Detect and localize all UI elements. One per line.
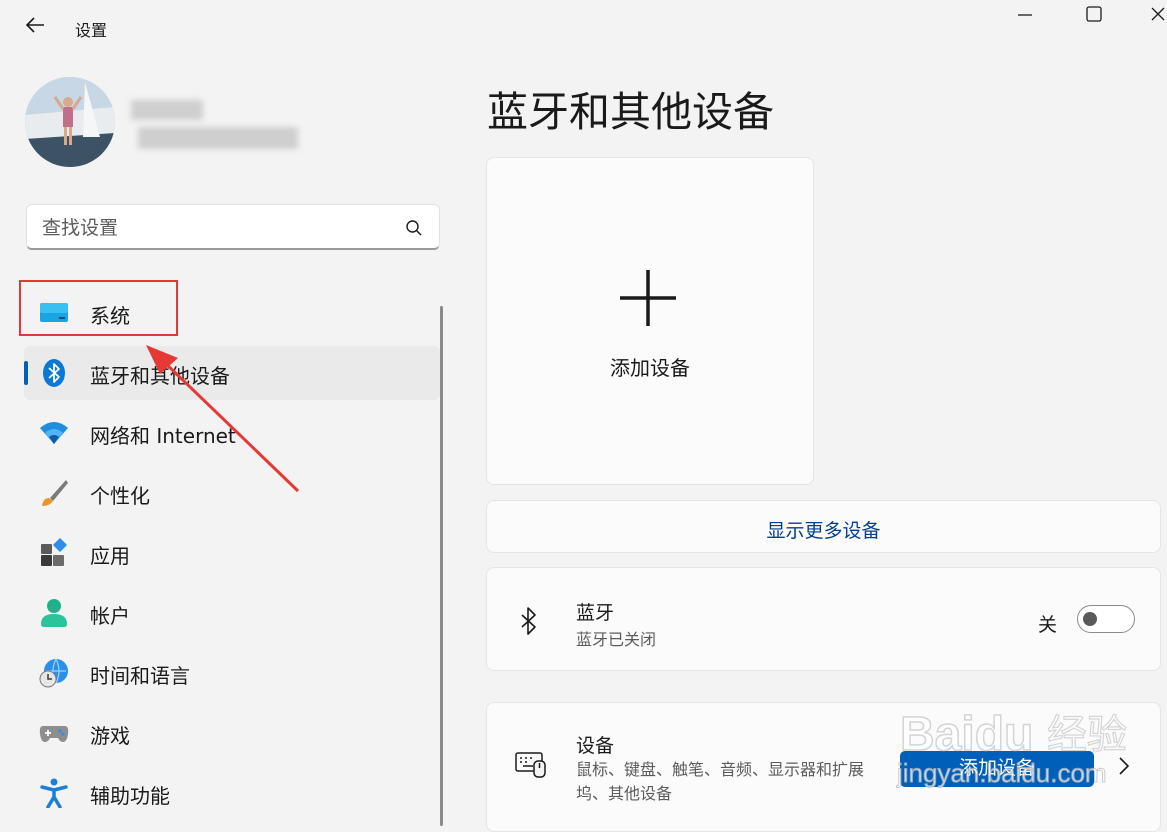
devices-description: 鼠标、键盘、触笔、音频、显示器和扩展坞、其他设备 [576, 760, 865, 803]
bluetooth-toggle-state: 关 [1038, 614, 1058, 636]
sidebar-item-label: 网络和 Internet [90, 424, 236, 448]
accessibility-icon [40, 778, 68, 808]
search-input[interactable] [40, 215, 394, 241]
avatar-photo [25, 77, 115, 167]
sidebar-item-accessibility[interactable]: 辅助功能 [24, 766, 440, 820]
sidebar-item-label: 个性化 [90, 484, 150, 508]
wifi-icon [40, 422, 68, 444]
minimize-icon[interactable] [1012, 4, 1038, 26]
bluetooth-icon [521, 607, 536, 635]
sidebar-item-bluetooth[interactable]: 蓝牙和其他设备 [24, 346, 440, 400]
sidebar-item-label: 辅助功能 [90, 784, 170, 808]
devices-title: 设备 [576, 735, 615, 757]
apps-icon [41, 538, 67, 566]
sidebar-item-time-language[interactable]: 时间和语言 [24, 646, 440, 700]
gamepad-icon [39, 726, 69, 742]
sidebar-item-gaming[interactable]: 游戏 [24, 706, 440, 760]
add-device-button[interactable]: 添加设备 [900, 751, 1094, 787]
user-avatar[interactable] [25, 77, 115, 167]
sidebar-item-label: 时间和语言 [90, 664, 190, 688]
sidebar-item-label: 游戏 [90, 724, 130, 748]
add-device-card[interactable]: 添加设备 [486, 157, 814, 485]
sidebar-item-label: 蓝牙和其他设备 [90, 364, 230, 388]
bluetooth-setting-card: 蓝牙 蓝牙已关闭 关 [486, 567, 1161, 671]
devices-card[interactable]: 设备 鼠标、键盘、触笔、音频、显示器和扩展坞、其他设备 添加设备 [486, 702, 1161, 832]
search-box[interactable] [26, 204, 440, 250]
time-language-icon [39, 658, 68, 688]
keyboard-devices-icon [515, 752, 546, 778]
back-arrow-icon[interactable] [22, 12, 48, 38]
sidebar-item-label: 应用 [90, 544, 130, 568]
add-device-label: 添加设备 [610, 356, 690, 380]
user-email-blurred [138, 127, 298, 149]
sidebar-item-network[interactable]: 网络和 Internet [24, 406, 440, 460]
sidebar-item-label: 帐户 [90, 604, 130, 628]
account-icon [41, 599, 67, 627]
active-indicator [24, 361, 28, 385]
search-icon[interactable] [405, 219, 423, 237]
bluetooth-status: 蓝牙已关闭 [576, 630, 657, 649]
sidebar-item-apps[interactable]: 应用 [24, 526, 440, 580]
show-more-devices-label: 显示更多设备 [766, 520, 881, 542]
chevron-right-icon[interactable] [1117, 755, 1131, 777]
maximize-icon[interactable] [1081, 4, 1107, 26]
nav-scrollbar[interactable] [440, 306, 443, 826]
app-title: 设置 [75, 21, 108, 40]
title-bar: 设置 [0, 0, 1167, 50]
toggle-knob [1083, 612, 1097, 626]
annotation-highlight-box [19, 280, 178, 336]
bluetooth-title: 蓝牙 [576, 602, 615, 624]
bluetooth-toggle[interactable] [1077, 605, 1135, 633]
brush-icon [42, 480, 68, 506]
bluetooth-icon [43, 359, 65, 387]
plus-icon [620, 270, 676, 326]
user-name-blurred [131, 100, 203, 120]
show-more-devices-button[interactable]: 显示更多设备 [486, 500, 1161, 553]
close-icon[interactable] [1148, 4, 1166, 26]
sidebar-item-accounts[interactable]: 帐户 [24, 586, 440, 640]
page-title: 蓝牙和其他设备 [487, 88, 774, 136]
sidebar-item-personalization[interactable]: 个性化 [24, 466, 440, 520]
